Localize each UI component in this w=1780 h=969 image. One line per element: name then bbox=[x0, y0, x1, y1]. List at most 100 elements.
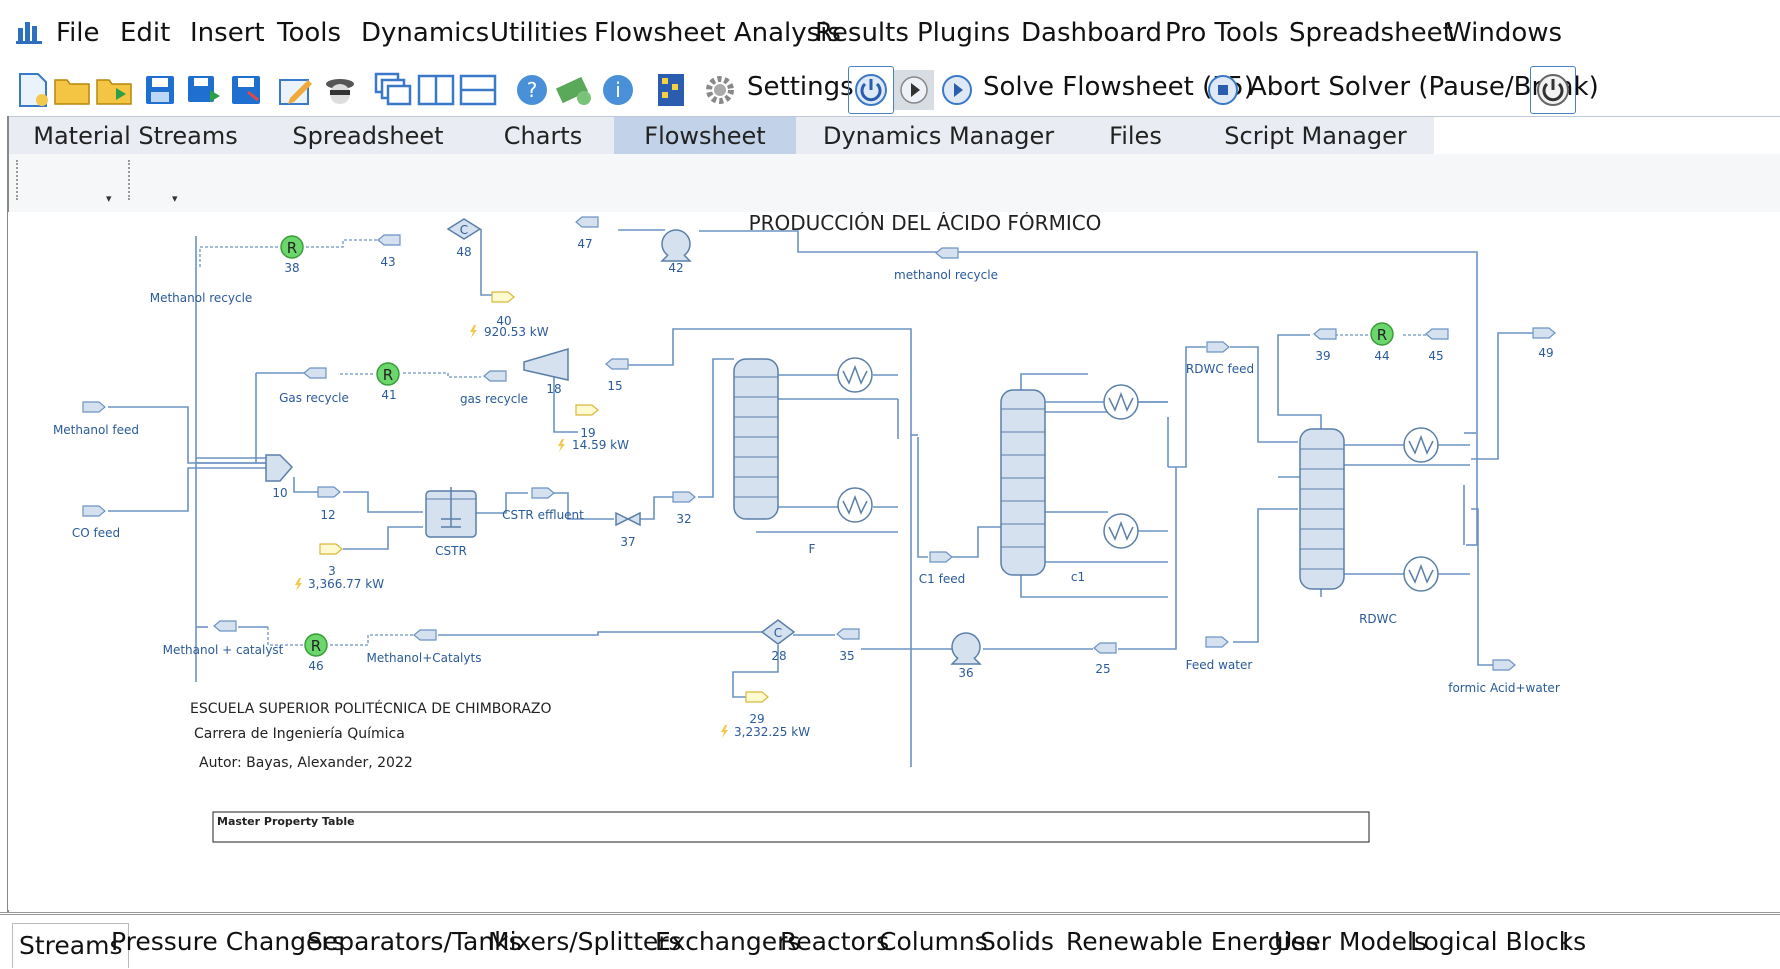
new-file-icon[interactable] bbox=[14, 70, 54, 110]
compressor-48-icon: C bbox=[446, 218, 482, 240]
pump-42-icon bbox=[660, 229, 692, 262]
btab-solids[interactable]: Solids bbox=[980, 927, 1054, 956]
power-icon[interactable] bbox=[851, 70, 891, 110]
save-icon[interactable] bbox=[140, 70, 180, 110]
menu-dynamics[interactable]: Dynamics bbox=[361, 18, 489, 48]
menu-spreadsheet[interactable]: Spreadsheet bbox=[1289, 18, 1453, 48]
tab-dynamics-manager[interactable]: Dynamics Manager bbox=[823, 117, 1054, 155]
about-icon[interactable]: i bbox=[598, 70, 638, 110]
label-32: 32 bbox=[676, 512, 691, 526]
svg-text:C: C bbox=[774, 626, 782, 640]
svg-text:R: R bbox=[311, 637, 321, 655]
donate-icon[interactable] bbox=[554, 70, 594, 110]
label-gas-recycle-mid: gas recycle bbox=[460, 392, 528, 406]
label-25: 25 bbox=[1095, 662, 1110, 676]
label-energy-19: 14.59 kW bbox=[572, 438, 629, 452]
power-icon-2[interactable] bbox=[1533, 70, 1573, 110]
tab-material-streams[interactable]: Material Streams bbox=[28, 117, 243, 155]
settings-button[interactable]: Settings bbox=[747, 72, 854, 102]
inspector-icon[interactable] bbox=[320, 70, 360, 110]
menu-utilities[interactable]: Utilities bbox=[490, 18, 588, 48]
menu-pro-tools[interactable]: Pro Tools bbox=[1165, 18, 1279, 48]
abort-stop-icon[interactable] bbox=[1203, 70, 1243, 110]
save-all-icon[interactable] bbox=[184, 70, 224, 110]
label-feed-water: Feed water bbox=[1186, 658, 1253, 672]
label-column-f: F bbox=[809, 542, 816, 556]
menu-tools[interactable]: Tools bbox=[277, 18, 341, 48]
btab-reactors[interactable]: Reactors bbox=[780, 927, 889, 956]
tab-script-manager[interactable]: Script Manager bbox=[1213, 117, 1418, 155]
label-methanol-recycle-left: Methanol recycle bbox=[150, 291, 253, 305]
menu-plugins[interactable]: Plugins bbox=[917, 18, 1010, 48]
svg-text:R: R bbox=[287, 239, 297, 257]
open-samples-icon[interactable] bbox=[94, 70, 134, 110]
save-as-icon[interactable] bbox=[226, 70, 266, 110]
label-47: 47 bbox=[577, 237, 592, 251]
plugin-grid-icon[interactable] bbox=[652, 70, 692, 110]
valve-37-icon bbox=[615, 511, 641, 527]
toolstrip-dropdown-2-icon[interactable]: ▾ bbox=[172, 193, 188, 206]
label-co-feed: CO feed bbox=[72, 526, 120, 540]
open-folder-icon[interactable] bbox=[52, 70, 92, 110]
label-energy-29: 3,232.25 kW bbox=[734, 725, 810, 739]
btab-exchangers[interactable]: Exchangers bbox=[655, 927, 800, 956]
btab-mixers-splitters[interactable]: Mixers/Splitters bbox=[488, 927, 682, 956]
menu-dashboard[interactable]: Dashboard bbox=[1021, 18, 1162, 48]
label-formic-acid-water: formic Acid+water bbox=[1448, 681, 1560, 695]
condenser-f-icon bbox=[837, 357, 873, 393]
tab-charts[interactable]: Charts bbox=[488, 117, 598, 155]
recycle-44-icon: R bbox=[1370, 322, 1394, 346]
play-grey-icon[interactable] bbox=[894, 70, 934, 110]
credit-career: Carrera de Ingeniería Química bbox=[194, 726, 405, 742]
condenser-c1-icon bbox=[1103, 384, 1139, 420]
menu-insert[interactable]: Insert bbox=[190, 18, 265, 48]
menu-file[interactable]: File bbox=[56, 18, 100, 48]
tile-horizontal-icon[interactable] bbox=[458, 70, 498, 110]
help-icon[interactable]: ? bbox=[512, 70, 552, 110]
label-42: 42 bbox=[668, 261, 683, 275]
btab-user-models[interactable]: User Models bbox=[1274, 927, 1427, 956]
tab-bar-empty bbox=[1434, 117, 1780, 155]
solve-play-icon[interactable] bbox=[937, 70, 977, 110]
column-f-icon bbox=[733, 358, 779, 520]
document-tab-bar: Material Streams Spreadsheet Charts Flow… bbox=[8, 116, 1780, 155]
label-methanol-catalyst: Methanol + catalyst bbox=[163, 643, 284, 657]
label-35: 35 bbox=[839, 649, 854, 663]
menu-edit[interactable]: Edit bbox=[120, 18, 170, 48]
svg-text:i: i bbox=[615, 78, 621, 102]
label-methanol-recycle-top: methanol recycle bbox=[894, 268, 998, 282]
column-rdwc-icon bbox=[1299, 428, 1345, 590]
btab-logical-blocks[interactable]: Logical Blocks bbox=[1410, 927, 1586, 956]
tab-flowsheet[interactable]: Flowsheet bbox=[614, 117, 796, 155]
reboiler-c1-icon bbox=[1103, 513, 1139, 549]
tile-vertical-icon[interactable] bbox=[416, 70, 456, 110]
label-28: 28 bbox=[771, 649, 786, 663]
master-table-title: Master Property Table bbox=[217, 815, 355, 828]
label-46: 46 bbox=[308, 659, 323, 673]
menu-flowsheet-analysis[interactable]: Flowsheet Analysis bbox=[594, 18, 841, 48]
btab-more[interactable]: I bbox=[1562, 927, 1569, 956]
master-property-table[interactable]: Master Property Table bbox=[212, 811, 1370, 843]
svg-text:C: C bbox=[460, 223, 468, 237]
condenser-rdwc-icon bbox=[1403, 427, 1439, 463]
energy-bolt-29-icon bbox=[721, 725, 728, 738]
label-49: 49 bbox=[1538, 346, 1553, 360]
btab-columns[interactable]: Columns bbox=[879, 927, 988, 956]
cascade-windows-icon[interactable] bbox=[372, 70, 412, 110]
menu-windows[interactable]: Windows bbox=[1446, 18, 1562, 48]
menu-results[interactable]: Results bbox=[815, 18, 909, 48]
flowsheet-canvas[interactable]: PRODUCCIÓN DEL ÁCIDO FÓRMICO R R R R C C… bbox=[8, 212, 1780, 910]
recycle-41-icon: R bbox=[376, 362, 400, 386]
credit-school: ESCUELA SUPERIOR POLITÉCNICA DE CHIMBORA… bbox=[190, 700, 552, 717]
grip-1 bbox=[16, 160, 20, 200]
label-gas-recycle-left: Gas recycle bbox=[279, 391, 349, 405]
settings-gear-icon[interactable] bbox=[700, 70, 740, 110]
tab-files[interactable]: Files bbox=[1088, 117, 1183, 155]
label-cstr-effluent: CSTR effluent bbox=[502, 508, 584, 522]
tab-spreadsheet[interactable]: Spreadsheet bbox=[278, 117, 458, 155]
toolstrip-dropdown-1-icon[interactable]: ▾ bbox=[106, 193, 122, 206]
label-methanol-catalyts: Methanol+Catalyts bbox=[367, 651, 482, 665]
label-energy-40: 920.53 kW bbox=[484, 325, 549, 339]
edit-notes-icon[interactable] bbox=[276, 70, 316, 110]
compressor-18-icon bbox=[523, 347, 569, 381]
